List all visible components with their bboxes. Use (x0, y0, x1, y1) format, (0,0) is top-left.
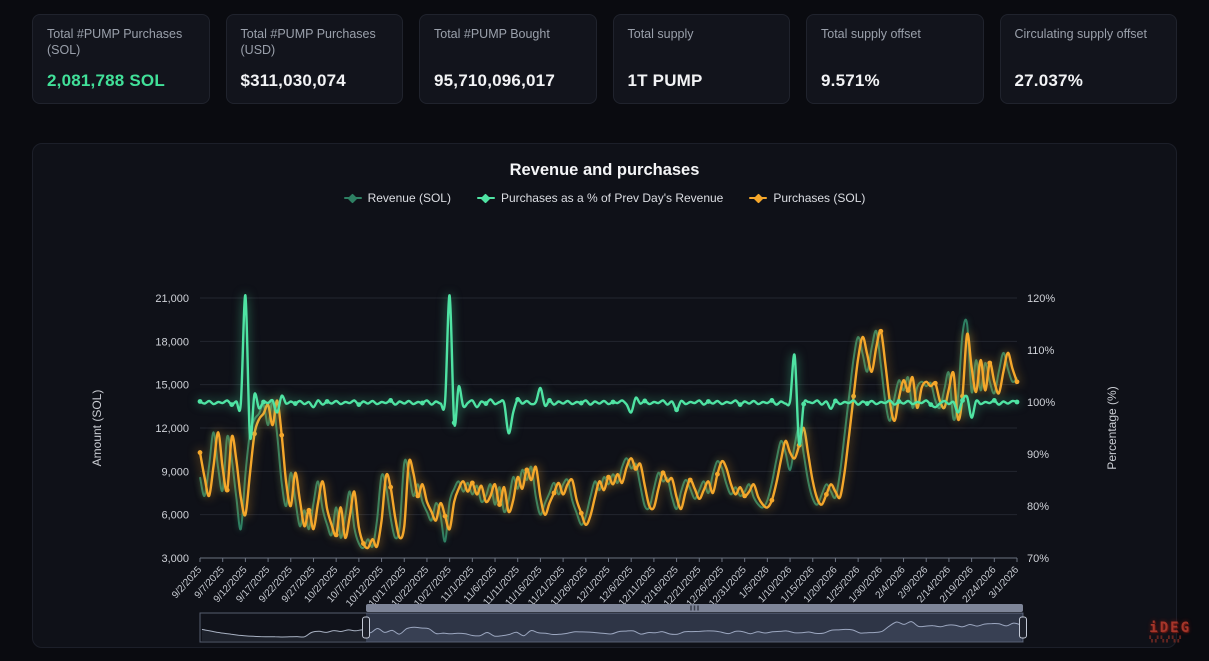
stat-card-purchases-sol: Total #PUMP Purchases (SOL) 2,081,788 SO… (32, 14, 210, 104)
left-axis-title: Amount (SOL) (90, 390, 104, 467)
svg-text:90%: 90% (1027, 449, 1049, 461)
stat-card-pump-bought: Total #PUMP Bought 95,710,096,017 (419, 14, 597, 104)
svg-text:100%: 100% (1027, 397, 1055, 409)
svg-text:15,000: 15,000 (155, 380, 189, 392)
chart-title: Revenue and purchases (33, 161, 1176, 180)
stat-label: Total #PUMP Purchases (USD) (241, 27, 389, 58)
legend-label: Revenue (SOL) (368, 191, 451, 205)
svg-text:18,000: 18,000 (155, 336, 189, 348)
purchases-pct-line (198, 295, 1020, 444)
svg-text:110%: 110% (1027, 345, 1055, 357)
svg-text:80%: 80% (1027, 501, 1049, 513)
stat-label: Total supply offset (821, 27, 969, 43)
stats-row: Total #PUMP Purchases (SOL) 2,081,788 SO… (0, 0, 1209, 104)
stat-card-total-supply: Total supply 1T PUMP (613, 14, 791, 104)
stat-card-circulating-supply-offset: Circulating supply offset 27.037% (1000, 14, 1178, 104)
stat-value: 95,710,096,017 (434, 71, 582, 91)
navigator[interactable] (200, 604, 1027, 642)
navigator-handle-right[interactable] (1020, 617, 1027, 638)
svg-text:70%: 70% (1027, 553, 1049, 565)
right-axis-title: Percentage (%) (1105, 386, 1119, 469)
stat-label: Total #PUMP Bought (434, 27, 582, 43)
legend-item-revenue[interactable]: Revenue (SOL) (344, 191, 451, 205)
x-axis-labels: 9/2/20259/7/20259/12/20259/17/20259/22/2… (170, 558, 1022, 609)
legend-label: Purchases as a % of Prev Day's Revenue (501, 191, 723, 205)
svg-text:12,000: 12,000 (155, 423, 189, 435)
svg-text:6,000: 6,000 (161, 510, 189, 522)
stat-label: Total supply (628, 27, 776, 43)
svg-text:9,000: 9,000 (161, 466, 189, 478)
legend-marker-revenue-icon (344, 194, 362, 202)
chart-canvas[interactable]: 21,000 18,000 15,000 12,000 9,000 6,000 3,000 1… (33, 222, 1178, 649)
revenue-purchases-panel: Revenue and purchases Revenue (SOL) Purc… (32, 143, 1177, 648)
revenue-line (200, 320, 1017, 548)
stat-value: 9.571% (821, 71, 969, 91)
legend-marker-purchases-icon (749, 194, 767, 202)
legend-item-purchases-sol[interactable]: Purchases (SOL) (749, 191, 865, 205)
stat-value: 27.037% (1015, 71, 1163, 91)
purchases-line (198, 329, 1020, 548)
stat-label: Total #PUMP Purchases (SOL) (47, 27, 195, 58)
legend-item-purchases-pct[interactable]: Purchases as a % of Prev Day's Revenue (477, 191, 723, 205)
chart-legend: Revenue (SOL) Purchases as a % of Prev D… (33, 191, 1176, 205)
navigator-handle-left[interactable] (363, 617, 370, 638)
navigator-selection[interactable] (366, 613, 1023, 642)
svg-text:120%: 120% (1027, 293, 1055, 305)
left-axis-ticks: 21,000 18,000 15,000 12,000 9,000 6,000 3,000 (155, 293, 189, 565)
legend-marker-pct-icon (477, 194, 495, 202)
gridlines (200, 298, 1017, 558)
stat-label: Circulating supply offset (1015, 27, 1163, 43)
svg-text:3,000: 3,000 (161, 553, 189, 565)
stat-card-purchases-usd: Total #PUMP Purchases (USD) $311,030,074 (226, 14, 404, 104)
right-axis-ticks: 120% 110% 100% 90% 80% 70% (1027, 293, 1055, 565)
svg-text:21,000: 21,000 (155, 293, 189, 305)
stat-value: 1T PUMP (628, 71, 776, 91)
stat-card-total-supply-offset: Total supply offset 9.571% (806, 14, 984, 104)
stat-value: 2,081,788 SOL (47, 71, 195, 91)
legend-label: Purchases (SOL) (773, 191, 865, 205)
stat-value: $311,030,074 (241, 71, 389, 91)
